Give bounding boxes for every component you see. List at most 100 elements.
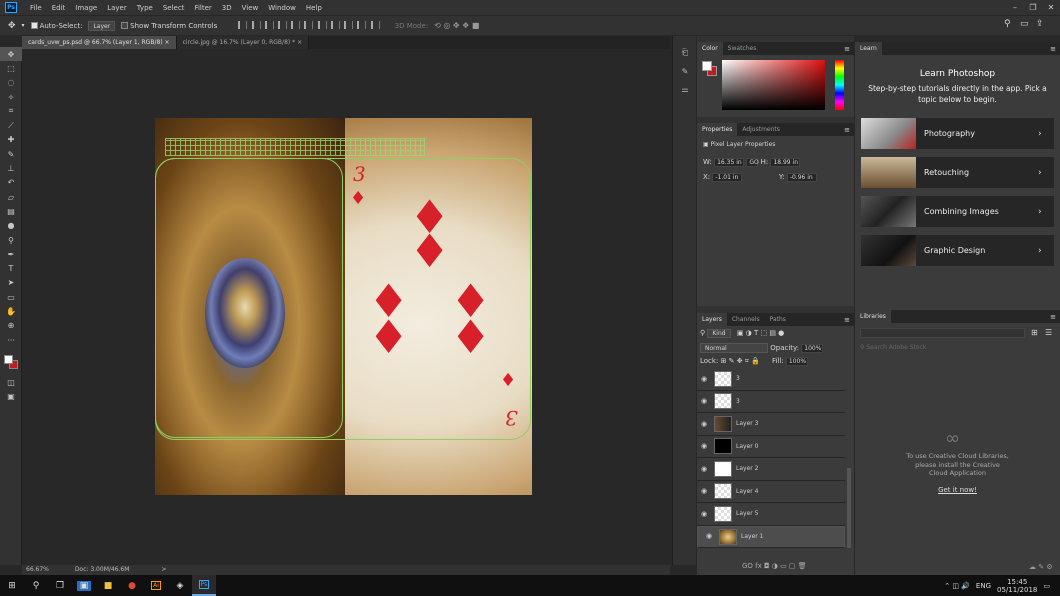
fill-field[interactable]: 100% xyxy=(785,357,808,366)
learn-card-photography[interactable]: Photography › xyxy=(861,118,1054,149)
search-icon[interactable]: ⚲ xyxy=(1004,19,1011,29)
menu-image[interactable]: Image xyxy=(70,4,102,12)
minimize-icon[interactable]: – xyxy=(1006,0,1024,15)
width-field[interactable]: 16.35 in xyxy=(714,158,745,167)
3d-orbit-icon[interactable]: ⟲ ◎ ✥ ❖ ■ xyxy=(434,21,479,30)
layers-footer-icons[interactable]: GO fx ◘ ◑ ▭ ▢ 🗑 xyxy=(742,562,807,570)
tab-cards-psd[interactable]: cards_uvw_ps.psd @ 66.7% (Layer 1, RGB/8… xyxy=(22,36,177,49)
zoom-level[interactable]: 66.67% xyxy=(26,566,49,573)
visibility-eye-icon[interactable]: ◉ xyxy=(697,442,711,450)
height-field[interactable]: 18.99 in xyxy=(770,158,801,167)
auto-select-dropdown[interactable]: Layer xyxy=(88,20,116,31)
zoom-tool-icon[interactable]: ⊕ xyxy=(0,319,22,333)
move-tool-icon[interactable]: ✥ xyxy=(0,47,22,62)
visibility-eye-icon[interactable]: ◉ xyxy=(697,420,711,428)
illustrator-icon[interactable]: Ai xyxy=(144,575,168,596)
foreground-color-swatch[interactable] xyxy=(4,355,13,365)
adjustments-icon[interactable]: ⚌ xyxy=(673,82,697,96)
gradient-tool-icon[interactable]: ▤ xyxy=(0,204,22,218)
windows-start-icon[interactable]: ⊞ xyxy=(0,575,24,596)
kind-dropdown[interactable]: Kind xyxy=(707,329,731,338)
language-indicator[interactable]: ENG xyxy=(976,582,991,590)
tab-circle-jpg[interactable]: circle.jpg @ 16.7% (Layer 0, RGB/8) * × xyxy=(176,36,310,49)
distribute-vcenter-icon[interactable] xyxy=(330,20,340,29)
history-brush-tool-icon[interactable]: ↶ xyxy=(0,176,22,190)
blend-mode-dropdown[interactable]: Normal xyxy=(700,343,768,353)
align-bottom-icon[interactable] xyxy=(264,20,274,29)
distribute-top-icon[interactable] xyxy=(317,20,327,29)
clone-stamp-tool-icon[interactable]: ⊥ xyxy=(0,161,22,175)
tab-adjustments[interactable]: Adjustments xyxy=(737,123,785,136)
distribute-bottom-icon[interactable] xyxy=(344,20,354,29)
get-it-now-link[interactable]: Get it now! xyxy=(855,486,1060,494)
visibility-eye-icon[interactable]: ◉ xyxy=(697,487,711,495)
chrome-icon[interactable]: ● xyxy=(120,575,144,596)
align-vcenter-icon[interactable] xyxy=(251,20,261,29)
share-icon[interactable]: ⇪ xyxy=(1036,19,1044,29)
visibility-eye-icon[interactable]: ◉ xyxy=(697,510,711,518)
color-swatches[interactable] xyxy=(0,353,21,375)
tray-icons[interactable]: ⌃ ◫ 🔊 xyxy=(944,582,970,590)
history-panel-icon[interactable]: ⎗ xyxy=(673,46,697,60)
panel-menu-icon[interactable]: ≡ xyxy=(1050,45,1060,53)
more-tools-icon[interactable]: ··· xyxy=(0,333,22,347)
show-transform-checkbox[interactable]: Show Transform Controls xyxy=(121,22,217,30)
healing-brush-tool-icon[interactable]: ✚ xyxy=(0,133,22,147)
layers-scrollbar[interactable] xyxy=(847,468,851,548)
file-explorer-icon[interactable]: ■ xyxy=(96,575,120,596)
notifications-icon[interactable]: ▭ xyxy=(1043,582,1050,590)
layer-row-selected[interactable]: ◉ Layer 1 xyxy=(697,525,845,548)
tab-close-icon[interactable]: × xyxy=(165,39,170,46)
inkscape-icon[interactable]: ◈ xyxy=(168,575,192,596)
menu-help[interactable]: Help xyxy=(301,4,327,12)
auto-select-checkbox[interactable]: Auto-Select: xyxy=(30,22,82,30)
maximize-icon[interactable]: ❐ xyxy=(1024,0,1042,15)
tab-color[interactable]: Color xyxy=(697,42,723,55)
hand-tool-icon[interactable]: ✋ xyxy=(0,304,22,318)
clock[interactable]: 15:45 05/11/2018 xyxy=(997,578,1037,594)
layer-row[interactable]: ◉ 3 xyxy=(697,391,845,413)
learn-card-retouching[interactable]: Retouching › xyxy=(861,157,1054,188)
menu-select[interactable]: Select xyxy=(158,4,190,12)
panel-menu-icon[interactable]: ≡ xyxy=(844,126,854,134)
opacity-field[interactable]: 100% xyxy=(801,344,824,353)
align-right-icon[interactable] xyxy=(304,20,314,29)
eyedropper-tool-icon[interactable]: ⟋ xyxy=(0,118,22,132)
menu-3d[interactable]: 3D xyxy=(217,4,237,12)
tab-paths[interactable]: Paths xyxy=(765,313,791,326)
photoshop-logo-icon[interactable]: Ps xyxy=(5,2,17,13)
tab-layers[interactable]: Layers xyxy=(697,313,727,326)
visibility-eye-icon[interactable]: ◉ xyxy=(702,532,716,541)
foreground-color-swatch[interactable] xyxy=(702,61,712,71)
tab-swatches[interactable]: Swatches xyxy=(723,42,762,55)
lock-icons[interactable]: ⊞ ✎ ✥ ⌗ 🔒 xyxy=(721,357,760,365)
menu-type[interactable]: Type xyxy=(132,4,158,12)
quick-mask-icon[interactable]: ◫ xyxy=(0,375,22,389)
visibility-eye-icon[interactable]: ◉ xyxy=(697,375,711,383)
status-arrow-icon[interactable]: > xyxy=(161,566,166,573)
menu-file[interactable]: File xyxy=(25,4,47,12)
magic-wand-tool-icon[interactable]: ✧ xyxy=(0,90,22,104)
layer-row[interactable]: ◉ Layer 0 xyxy=(697,436,845,458)
tab-close-icon[interactable]: × xyxy=(297,39,302,46)
tab-channels[interactable]: Channels xyxy=(727,313,765,326)
x-field[interactable]: -1.01 in xyxy=(712,173,743,182)
panel-menu-icon[interactable]: ≡ xyxy=(1050,313,1060,321)
distribute-hcenter-icon[interactable] xyxy=(370,20,380,29)
visibility-eye-icon[interactable]: ◉ xyxy=(697,397,711,405)
eraser-tool-icon[interactable]: ▱ xyxy=(0,190,22,204)
kind-filter[interactable]: ⚲ Kind ▣ ◑ T ⬚ ▤ ● xyxy=(700,329,784,338)
menu-window[interactable]: Window xyxy=(263,4,301,12)
blur-tool-icon[interactable]: ● xyxy=(0,219,22,233)
tab-learn[interactable]: Learn xyxy=(855,42,882,55)
layer-row[interactable]: ◉ Layer 5 xyxy=(697,503,845,526)
workspace-icon[interactable]: ▭ xyxy=(1020,19,1029,29)
tab-libraries[interactable]: Libraries xyxy=(855,310,891,323)
menu-view[interactable]: View xyxy=(237,4,264,12)
menu-layer[interactable]: Layer xyxy=(102,4,132,12)
dodge-tool-icon[interactable]: ⚲ xyxy=(0,233,22,247)
learn-card-combining-images[interactable]: Combining Images › xyxy=(861,196,1054,227)
brush-settings-icon[interactable]: ✎ xyxy=(673,64,697,78)
learn-card-graphic-design[interactable]: Graphic Design › xyxy=(861,235,1054,266)
panel-menu-icon[interactable]: ≡ xyxy=(844,45,854,53)
